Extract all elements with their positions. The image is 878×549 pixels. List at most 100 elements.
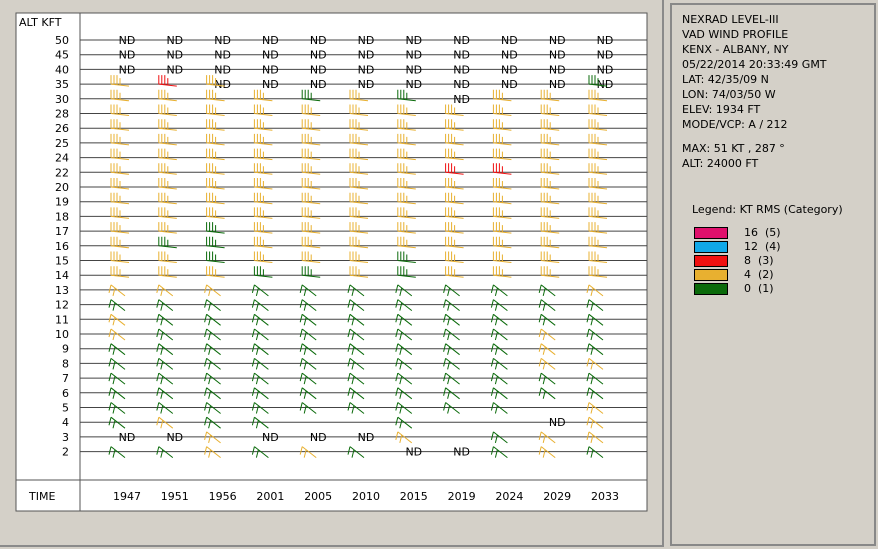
datetime-label: 05/22/2014 20:33:49 GMT <box>682 58 827 71</box>
no-data-label: ND <box>310 63 327 76</box>
station-label: KENX - ALBANY, NY <box>682 43 789 56</box>
altitude-tick-label: 10 <box>55 328 69 341</box>
altitude-tick-label: 8 <box>62 357 69 370</box>
no-data-label: ND <box>262 63 279 76</box>
elev-label: ELEV: 1934 FT <box>682 103 761 116</box>
no-data-label: ND <box>453 63 470 76</box>
no-data-label: ND <box>405 63 422 76</box>
max-label: MAX: 51 KT , 287 ° <box>682 142 785 155</box>
altitude-tick-label: 40 <box>55 63 69 76</box>
no-data-label: ND <box>501 49 518 62</box>
altitude-tick-label: 16 <box>55 240 69 253</box>
lat-label: LAT: 42/35/09 N <box>682 73 769 86</box>
no-data-label: ND <box>214 34 231 47</box>
legend-swatch <box>694 255 728 267</box>
wind-profile-chart: ALT KFTTIME50454035302826252422201918171… <box>15 12 648 512</box>
no-data-label: ND <box>166 49 183 62</box>
mode-label: MODE/VCP: A / 212 <box>682 118 788 131</box>
no-data-label: ND <box>549 49 566 62</box>
no-data-label: ND <box>405 34 422 47</box>
no-data-label: ND <box>166 34 183 47</box>
no-data-label: ND <box>549 34 566 47</box>
altitude-tick-label: 3 <box>62 431 69 444</box>
altitude-tick-label: 14 <box>55 269 69 282</box>
product-label: NEXRAD LEVEL-III <box>682 13 779 26</box>
no-data-label: ND <box>310 78 327 91</box>
profile-label: VAD WIND PROFILE <box>682 28 789 41</box>
altitude-tick-label: 17 <box>55 225 69 238</box>
no-data-label: ND <box>119 431 136 444</box>
no-data-label: ND <box>119 63 136 76</box>
altitude-tick-label: 13 <box>55 284 69 297</box>
no-data-label: ND <box>262 49 279 62</box>
altitude-tick-label: 5 <box>62 402 69 415</box>
lon-label: LON: 74/03/50 W <box>682 88 776 101</box>
no-data-label: ND <box>119 34 136 47</box>
no-data-label: ND <box>214 78 231 91</box>
altitude-tick-label: 22 <box>55 166 69 179</box>
no-data-label: ND <box>262 34 279 47</box>
time-tick-label: 2010 <box>352 490 380 503</box>
altitude-tick-label: 2 <box>62 446 69 459</box>
time-tick-label: 2001 <box>256 490 284 503</box>
no-data-label: ND <box>214 63 231 76</box>
altitude-tick-label: 6 <box>62 387 69 400</box>
no-data-label: ND <box>310 49 327 62</box>
altitude-tick-label: 26 <box>55 122 69 135</box>
no-data-label: ND <box>405 49 422 62</box>
time-tick-label: 2029 <box>543 490 571 503</box>
no-data-label: ND <box>358 78 375 91</box>
time-tick-label: 1956 <box>209 490 237 503</box>
no-data-label: ND <box>453 446 470 459</box>
altitude-tick-label: 15 <box>55 255 69 268</box>
time-tick-label: 2024 <box>495 490 523 503</box>
y-axis-label: ALT KFT <box>19 16 62 29</box>
no-data-label: ND <box>501 63 518 76</box>
no-data-label: ND <box>262 78 279 91</box>
altitude-tick-label: 30 <box>55 93 69 106</box>
no-data-label: ND <box>453 49 470 62</box>
no-data-label: ND <box>597 34 614 47</box>
no-data-label: ND <box>214 49 231 62</box>
altitude-tick-label: 28 <box>55 108 69 121</box>
no-data-label: ND <box>405 78 422 91</box>
no-data-label: ND <box>549 63 566 76</box>
legend-swatch <box>694 241 728 253</box>
legend-swatch <box>694 227 728 239</box>
altitude-tick-label: 25 <box>55 137 69 150</box>
no-data-label: ND <box>358 34 375 47</box>
no-data-label: ND <box>358 431 375 444</box>
altitude-tick-label: 24 <box>55 152 69 165</box>
legend-title: Legend: KT RMS (Category) <box>692 203 843 216</box>
no-data-label: ND <box>453 93 470 106</box>
x-axis-label: TIME <box>28 490 55 503</box>
altitude-tick-label: 4 <box>62 416 69 429</box>
no-data-label: ND <box>453 78 470 91</box>
altitude-tick-label: 18 <box>55 210 69 223</box>
altitude-tick-label: 12 <box>55 299 69 312</box>
alt-label: ALT: 24000 FT <box>682 157 759 170</box>
plot-frame: ALT KFT TIME 50 45 40 35 30 28 26 25 24 22 20 19 18 17 1… <box>0 0 664 547</box>
no-data-label: ND <box>310 34 327 47</box>
time-tick-label: 1951 <box>161 490 189 503</box>
altitude-tick-label: 20 <box>55 181 69 194</box>
time-tick-label: 2033 <box>591 490 619 503</box>
legend-label: 4 (2) <box>744 268 774 281</box>
time-tick-label: 2019 <box>448 490 476 503</box>
no-data-label: ND <box>166 431 183 444</box>
no-data-label: ND <box>358 63 375 76</box>
no-data-label: ND <box>549 78 566 91</box>
altitude-tick-label: 50 <box>55 34 69 47</box>
altitude-tick-label: 11 <box>55 313 69 326</box>
legend-label: 16 (5) <box>744 226 781 239</box>
no-data-label: ND <box>119 49 136 62</box>
legend-label: 0 (1) <box>744 282 774 295</box>
no-data-label: ND <box>501 78 518 91</box>
no-data-label: ND <box>597 78 614 91</box>
altitude-tick-label: 7 <box>62 372 69 385</box>
no-data-label: ND <box>597 49 614 62</box>
legend-swatch <box>694 269 728 281</box>
legend-label: 12 (4) <box>744 240 781 253</box>
no-data-label: ND <box>501 34 518 47</box>
altitude-tick-label: 19 <box>55 196 69 209</box>
